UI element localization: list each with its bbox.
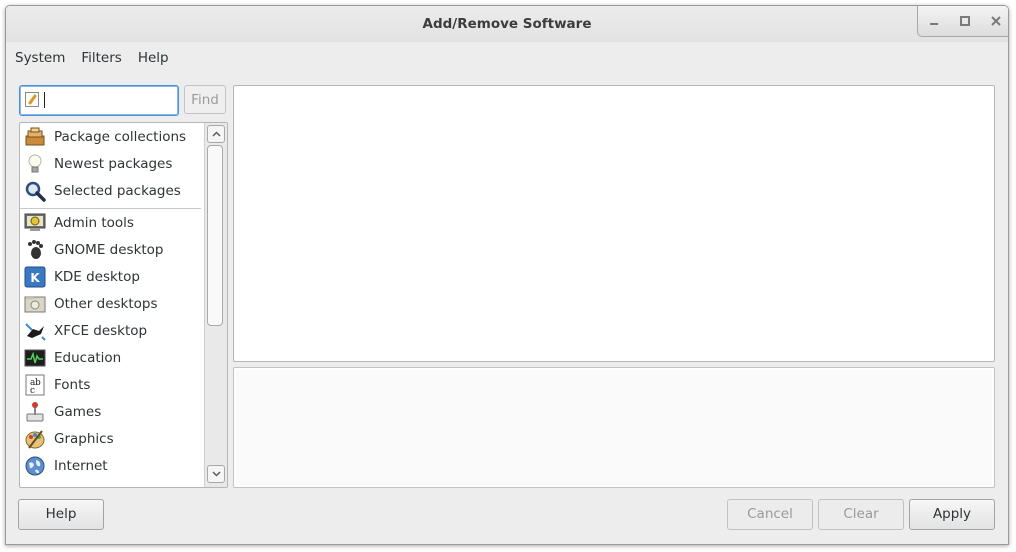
svg-text:b: b [35, 378, 41, 388]
group-item-education[interactable]: Education [20, 344, 203, 371]
lightbulb-icon [24, 153, 46, 175]
group-label: Fonts [54, 376, 91, 393]
group-label: Package collections [54, 128, 187, 145]
find-button[interactable]: Find [184, 85, 226, 114]
group-label: Graphics [54, 430, 114, 447]
group-item-internet[interactable]: Internet [20, 452, 203, 479]
svg-text:c: c [30, 386, 35, 396]
group-item-package-collections[interactable]: Package collections [20, 123, 203, 150]
group-label: KDE desktop [54, 268, 140, 285]
kde-icon: K [24, 266, 46, 288]
group-label: Admin tools [54, 214, 134, 231]
group-item-graphics[interactable]: Graphics [20, 425, 203, 452]
cancel-button[interactable]: Cancel [727, 499, 813, 530]
graphics-palette-icon [24, 428, 46, 450]
group-label: XFCE desktop [54, 322, 148, 339]
search-input[interactable] [46, 89, 176, 113]
group-label: Newest packages [54, 155, 173, 172]
help-button[interactable]: Help [18, 499, 104, 530]
group-item-newest-packages[interactable]: Newest packages [20, 150, 203, 177]
group-rows: Package collections Newest packages Sele… [20, 123, 203, 479]
group-item-kde-desktop[interactable]: K KDE desktop [20, 263, 203, 290]
internet-globe-icon [24, 455, 46, 477]
text-caret [44, 92, 45, 108]
menubar: System Filters Help [6, 46, 177, 70]
group-item-gnome-desktop[interactable]: GNOME desktop [20, 236, 203, 263]
window-title: Add/Remove Software [422, 16, 592, 32]
group-label: Selected packages [54, 182, 181, 199]
group-item-other-desktops[interactable]: Other desktops [20, 290, 203, 317]
group-list-scrollbar[interactable] [204, 123, 227, 487]
group-label: Games [54, 403, 102, 420]
scroll-down-button[interactable] [207, 465, 225, 483]
minimize-button[interactable] [918, 6, 949, 36]
chevron-down-icon [212, 471, 220, 477]
close-button[interactable] [980, 6, 1008, 36]
group-label: GNOME desktop [54, 241, 164, 258]
package-collections-icon [24, 126, 46, 148]
group-label: Internet [54, 457, 108, 474]
group-item-games[interactable]: Games [20, 398, 203, 425]
magnifier-icon [24, 180, 46, 202]
group-label: Education [54, 349, 122, 366]
window-controls [917, 6, 1008, 37]
search-entry[interactable] [19, 85, 179, 116]
close-icon [990, 16, 1001, 26]
title-bar[interactable]: Add/Remove Software [6, 6, 1008, 42]
apply-button[interactable]: Apply [909, 499, 995, 530]
gnome-foot-icon [24, 239, 46, 261]
games-icon [24, 401, 46, 423]
group-item-admin-tools[interactable]: Admin tools [20, 209, 203, 236]
maximize-icon [959, 16, 970, 26]
menu-help[interactable]: Help [130, 46, 177, 70]
group-item-fonts[interactable]: abc Fonts [20, 371, 203, 398]
edit-icon [25, 92, 39, 107]
admin-tools-icon [24, 212, 46, 234]
svg-text:K: K [30, 271, 40, 285]
add-remove-software-window: Add/Remove Software System Filters Help … [5, 5, 1009, 545]
minimize-icon [929, 23, 938, 25]
chevron-up-icon [212, 131, 220, 137]
scrollbar-thumb[interactable] [207, 145, 223, 326]
maximize-button[interactable] [949, 6, 980, 36]
group-list: Package collections Newest packages Sele… [19, 122, 228, 488]
fonts-icon: abc [24, 374, 46, 396]
education-icon [24, 347, 46, 369]
package-list[interactable] [233, 85, 995, 362]
group-item-selected-packages[interactable]: Selected packages [20, 177, 203, 204]
group-item-xfce-desktop[interactable]: XFCE desktop [20, 317, 203, 344]
scroll-up-button[interactable] [207, 125, 225, 143]
clear-button[interactable]: Clear [818, 499, 904, 530]
menu-filters[interactable]: Filters [73, 46, 129, 70]
xfce-mouse-icon [24, 320, 46, 342]
other-desktops-icon [24, 293, 46, 315]
menu-system[interactable]: System [6, 46, 73, 70]
group-label: Other desktops [54, 295, 158, 312]
package-details-pane [233, 367, 995, 488]
